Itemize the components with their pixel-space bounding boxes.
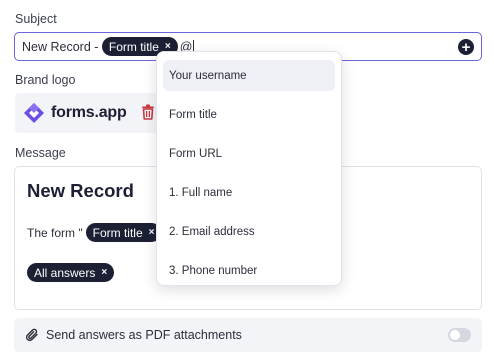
- message-form-line: The form " Form title × ": [27, 223, 166, 242]
- form-title-tag-label: Form title: [92, 225, 143, 240]
- dropdown-item-form-title[interactable]: Form title: [163, 99, 335, 130]
- message-label: Message: [15, 146, 66, 160]
- dropdown-item-your-username[interactable]: Your username: [163, 60, 335, 91]
- subject-label: Subject: [15, 12, 57, 26]
- dropdown-item-phone-number[interactable]: 3. Phone number: [163, 255, 335, 286]
- logo-wordmark: forms.app: [51, 104, 127, 121]
- forms-app-logo-icon: [24, 103, 44, 123]
- form-title-tag[interactable]: Form title ×: [85, 223, 162, 242]
- message-heading: New Record: [27, 180, 134, 201]
- remove-tag-icon[interactable]: ×: [101, 267, 107, 278]
- add-variable-button[interactable]: +: [458, 39, 474, 55]
- brand-logo-label: Brand logo: [15, 73, 76, 87]
- toggle-knob: [450, 330, 460, 340]
- all-answers-tag[interactable]: All answers ×: [27, 263, 115, 282]
- remove-tag-icon[interactable]: ×: [165, 41, 171, 52]
- pdf-attachment-toggle[interactable]: [448, 328, 471, 342]
- remove-tag-icon[interactable]: ×: [149, 227, 155, 238]
- pdf-attachment-label: Send answers as PDF attachments: [46, 328, 242, 342]
- subject-prefix-text: New Record -: [22, 39, 102, 54]
- pdf-attachment-row: Send answers as PDF attachments: [14, 318, 482, 352]
- all-answers-tag-label: All answers: [34, 265, 96, 280]
- dropdown-item-full-name[interactable]: 1. Full name: [163, 177, 335, 208]
- dropdown-item-form-url[interactable]: Form URL: [163, 138, 335, 169]
- message-line-prefix: The form ": [27, 225, 83, 240]
- paperclip-icon: [26, 328, 38, 342]
- mention-dropdown: Your username Form title Form URL 1. Ful…: [156, 51, 342, 286]
- form-title-tag-label: Form title: [108, 39, 159, 54]
- dropdown-item-email-address[interactable]: 2. Email address: [163, 216, 335, 247]
- delete-logo-trash-icon[interactable]: [141, 104, 155, 120]
